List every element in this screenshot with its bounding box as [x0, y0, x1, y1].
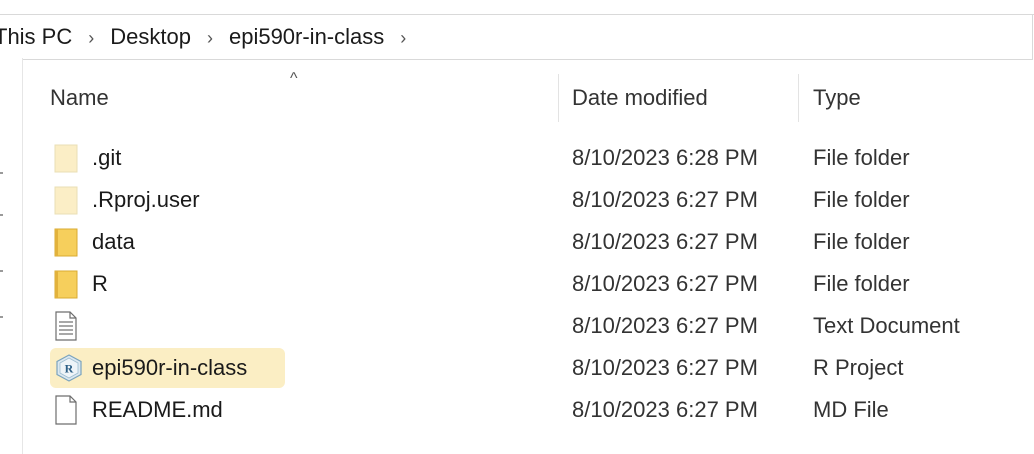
text-document-icon	[55, 311, 77, 341]
folder-icon	[54, 270, 78, 299]
breadcrumb-epi590r-in-class[interactable]: epi590r-in-class	[229, 24, 384, 50]
breadcrumb-desktop[interactable]: Desktop	[110, 24, 191, 50]
sort-ascending-icon: ^	[290, 70, 298, 87]
file-row[interactable]: 8/10/2023 6:27 PM Text Document	[22, 305, 1034, 347]
column-header-date-modified[interactable]: Date modified	[572, 85, 708, 111]
file-date-modified: 8/10/2023 6:27 PM	[572, 313, 758, 338]
file-row-selected[interactable]: R epi590r-in-class 8/10/2023 6:27 PM R P…	[22, 347, 1034, 389]
file-row[interactable]: .git 8/10/2023 6:28 PM File folder	[22, 137, 1034, 179]
file-date-modified: 8/10/2023 6:27 PM	[572, 397, 758, 422]
file-row[interactable]: README.md 8/10/2023 6:27 PM MD File	[22, 389, 1034, 431]
file-type: MD File	[813, 397, 889, 422]
breadcrumb-chevron-icon[interactable]: ›	[88, 28, 94, 49]
file-type: Text Document	[813, 313, 960, 338]
column-divider[interactable]	[798, 74, 799, 122]
svg-text:R: R	[65, 362, 74, 376]
file-name: .git	[92, 145, 122, 170]
file-name: R	[92, 271, 108, 296]
folder-icon	[54, 228, 78, 257]
breadcrumb-chevron-icon[interactable]: ›	[400, 28, 406, 49]
window-top-strip	[0, 0, 1034, 15]
file-date-modified: 8/10/2023 6:27 PM	[572, 271, 758, 296]
blank-file-icon	[55, 395, 77, 425]
column-header-type[interactable]: Type	[813, 85, 861, 111]
file-date-modified: 8/10/2023 6:27 PM	[572, 187, 758, 212]
folder-faded-icon	[54, 186, 78, 215]
column-divider[interactable]	[558, 74, 559, 122]
file-name: .Rproj.user	[92, 187, 200, 212]
file-row[interactable]: data 8/10/2023 6:27 PM File folder	[22, 221, 1034, 263]
file-name: README.md	[92, 397, 223, 422]
nav-pane-marker	[0, 316, 3, 318]
file-type: File folder	[813, 271, 910, 296]
r-project-icon: R	[56, 354, 82, 382]
nav-pane-marker	[0, 172, 3, 174]
file-date-modified: 8/10/2023 6:27 PM	[572, 229, 758, 254]
file-row[interactable]: R 8/10/2023 6:27 PM File folder	[22, 263, 1034, 305]
file-type: File folder	[813, 229, 910, 254]
column-header: ^ Name Date modified Type	[22, 70, 1034, 124]
nav-pane-marker	[0, 270, 3, 272]
file-date-modified: 8/10/2023 6:28 PM	[572, 145, 758, 170]
file-date-modified: 8/10/2023 6:27 PM	[572, 355, 758, 380]
file-name: epi590r-in-class	[92, 355, 248, 380]
address-bar[interactable]: This PC › Desktop › epi590r-in-class ›	[0, 14, 1033, 60]
breadcrumb-chevron-icon[interactable]: ›	[207, 28, 213, 49]
file-type: R Project	[813, 355, 904, 380]
navigation-pane[interactable]	[0, 58, 23, 454]
file-name: data	[92, 229, 135, 254]
nav-pane-marker	[0, 214, 3, 216]
file-list: .git 8/10/2023 6:28 PM File folder .Rpro…	[22, 137, 1034, 431]
file-type: File folder	[813, 187, 910, 212]
column-header-name[interactable]: Name	[50, 85, 109, 111]
file-row[interactable]: .Rproj.user 8/10/2023 6:27 PM File folde…	[22, 179, 1034, 221]
folder-faded-icon	[54, 144, 78, 173]
breadcrumb-this-pc[interactable]: This PC	[0, 24, 72, 50]
file-type: File folder	[813, 145, 910, 170]
